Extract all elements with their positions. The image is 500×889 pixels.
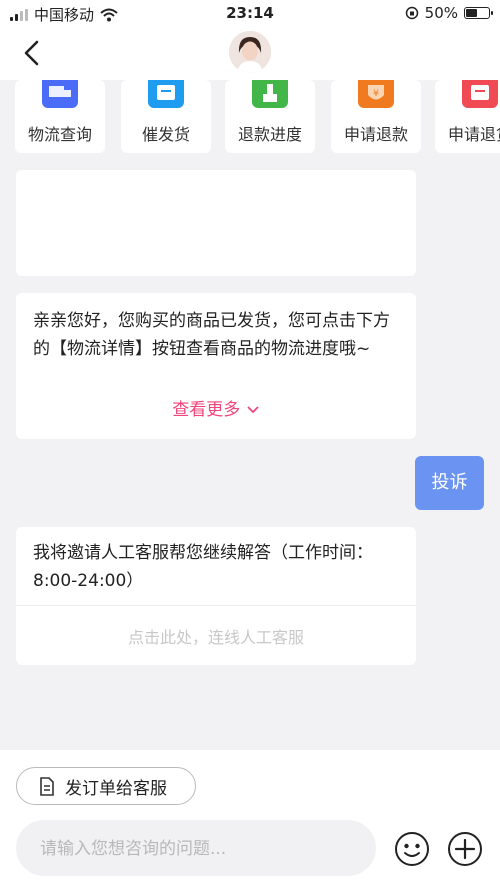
truck-icon: [42, 80, 78, 108]
battery-fill: [466, 9, 477, 17]
orientation-lock-icon: [405, 6, 418, 20]
quick-action-apply-return[interactable]: 申请退货: [435, 80, 500, 153]
status-bar: 中国移动 23:14 50%: [0, 0, 500, 28]
plus-icon[interactable]: [447, 831, 483, 867]
avatar-image: [229, 31, 271, 73]
quick-actions-row: 物流查询 催发货 退款进度 ¥ 申请退款 申请退货: [0, 80, 500, 155]
quick-action-label: 催发货: [141, 125, 190, 144]
package-icon: [148, 80, 184, 108]
agent-avatar[interactable]: [229, 31, 271, 73]
document-icon: [40, 776, 54, 796]
chevron-left-icon[interactable]: [18, 38, 48, 68]
quick-action-logistics[interactable]: 物流查询: [15, 80, 105, 153]
quick-action-label: 物流查询: [27, 125, 92, 144]
send-order-button[interactable]: 发订单给客服: [16, 767, 196, 805]
transfer-message-card: 我将邀请人工客服帮您继续解答（工作时间：8:00-24:00） 点击此处，连线人…: [16, 527, 416, 665]
quick-action-refund-progress[interactable]: 退款进度: [225, 80, 315, 153]
see-more-link[interactable]: 查看更多: [16, 395, 416, 420]
message-input-box: [16, 820, 376, 878]
return-icon: [462, 80, 498, 108]
card-divider: [16, 605, 416, 606]
progress-icon: [252, 80, 288, 108]
svg-text:¥: ¥: [373, 89, 379, 99]
quick-action-urge-shipping[interactable]: 催发货: [121, 80, 211, 153]
logistics-message-card: 亲亲您好，您购买的商品已发货，您可点击下方的【物流详情】按钮查看商品的物流进度哦…: [16, 293, 416, 439]
emoji-icon[interactable]: [394, 831, 430, 867]
chevron-down-icon: [247, 406, 259, 414]
send-order-label: 发订单给客服: [65, 778, 167, 799]
logistics-message-text: 亲亲您好，您购买的商品已发货，您可点击下方的【物流详情】按钮查看商品的物流进度哦…: [33, 311, 390, 359]
complain-button[interactable]: 投诉: [415, 456, 484, 510]
connect-agent-link[interactable]: 点击此处，连线人工客服: [16, 624, 416, 648]
quick-action-apply-refund[interactable]: ¥ 申请退款: [331, 80, 421, 153]
transfer-message-text: 我将邀请人工客服帮您继续解答（工作时间：8:00-24:00）: [33, 543, 373, 591]
quick-action-label: 退款进度: [237, 125, 302, 144]
nav-bar: [0, 28, 500, 80]
battery-icon: [464, 7, 493, 19]
see-more-label: 查看更多: [172, 400, 241, 420]
status-right: 50%: [405, 4, 493, 22]
message-input[interactable]: [38, 820, 362, 878]
refund-icon: ¥: [358, 80, 394, 108]
bottom-input-area: 发订单给客服: [0, 750, 500, 889]
empty-message-card: [16, 170, 416, 276]
battery-percent: 50%: [424, 4, 458, 22]
quick-action-label: 申请退货: [447, 125, 500, 144]
quick-action-label: 申请退款: [343, 125, 408, 144]
